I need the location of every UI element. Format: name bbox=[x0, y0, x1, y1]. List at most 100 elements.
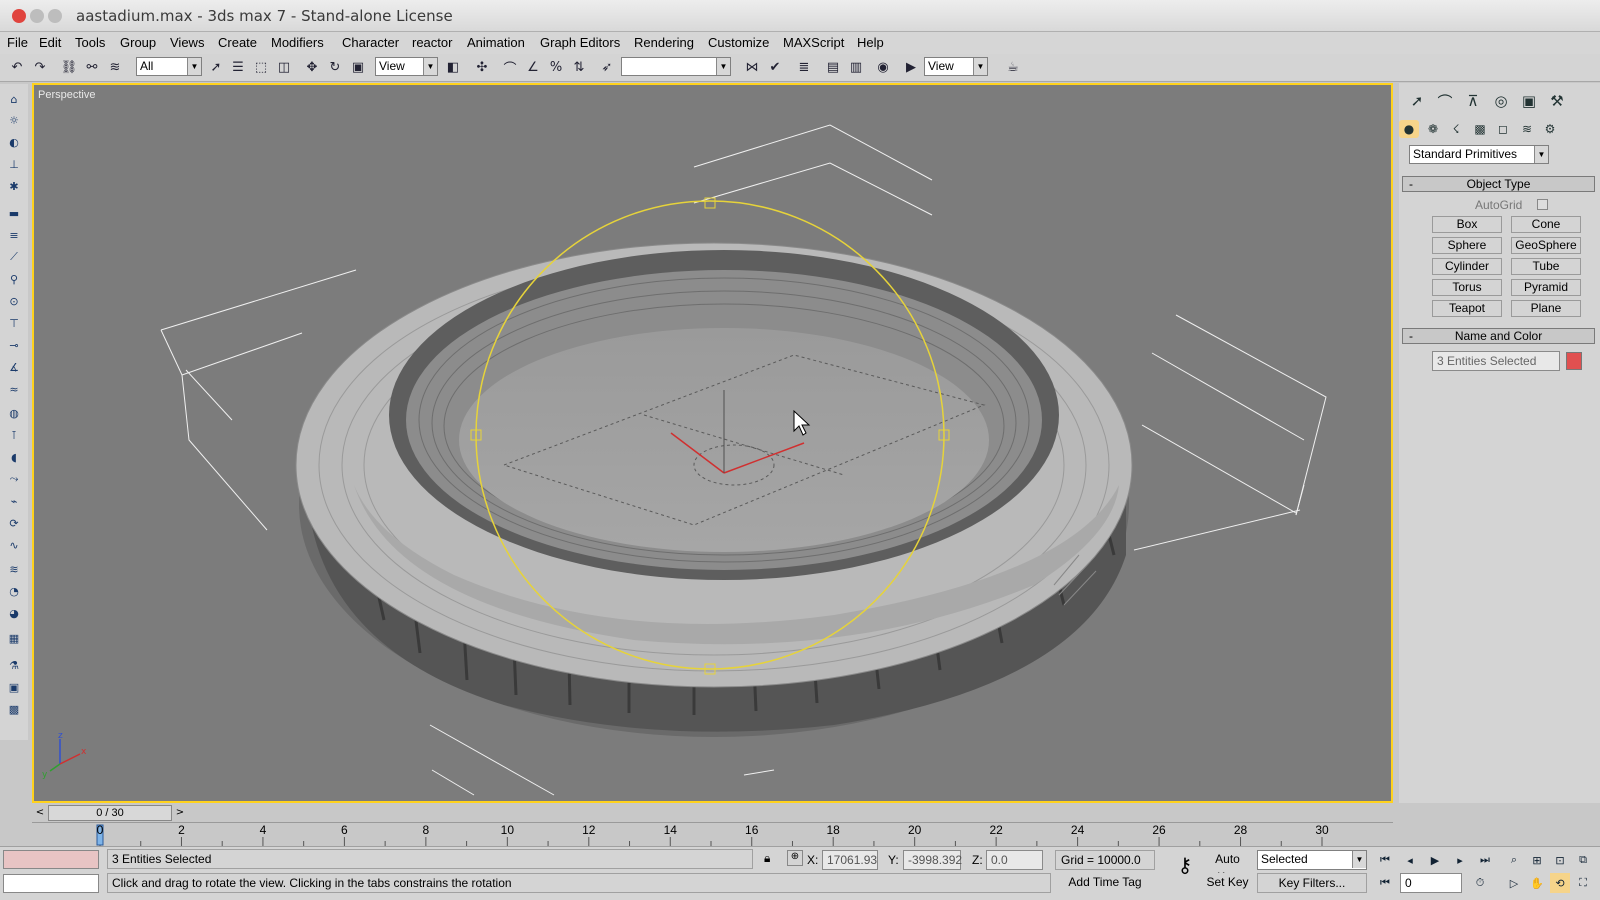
plane-button[interactable]: Plane bbox=[1511, 300, 1581, 317]
light-tool-icon[interactable]: ☼ bbox=[5, 111, 23, 129]
protractor-tool-icon[interactable]: ∡ bbox=[5, 358, 23, 376]
maxscript-listener-white[interactable] bbox=[3, 874, 99, 893]
pan-icon[interactable]: ✋ bbox=[1527, 873, 1547, 893]
object-color-swatch[interactable] bbox=[1566, 352, 1582, 370]
x-coordinate-field[interactable]: 17061.93 bbox=[822, 850, 878, 870]
analyze-icon[interactable]: ⚗ bbox=[5, 656, 23, 674]
select-by-name-icon[interactable]: ☰ bbox=[228, 57, 248, 77]
select-and-manipulate-icon[interactable]: ✣ bbox=[472, 57, 492, 77]
cylinder-button[interactable]: Cylinder bbox=[1432, 258, 1502, 275]
minimize-window-button[interactable] bbox=[30, 9, 44, 23]
helper-tool-icon[interactable]: ⊥ bbox=[5, 155, 23, 173]
zoom-all-icon[interactable]: ⊞ bbox=[1527, 850, 1547, 870]
teapot-button[interactable]: Teapot bbox=[1432, 300, 1502, 317]
maximize-window-button[interactable] bbox=[48, 9, 62, 23]
category-dropdown[interactable]: Standard Primitives ▼ bbox=[1409, 145, 1549, 164]
object-name-field[interactable]: 3 Entities Selected bbox=[1432, 351, 1560, 371]
object-type-rollout[interactable]: - Object Type bbox=[1402, 176, 1595, 192]
close-window-button[interactable] bbox=[12, 9, 26, 23]
maxscript-listener-pink[interactable] bbox=[3, 850, 99, 869]
go-to-start-icon[interactable]: ⏮ bbox=[1375, 850, 1395, 870]
move-icon[interactable]: ✥ bbox=[302, 57, 322, 77]
prev-frame-arrow-icon[interactable]: < bbox=[32, 805, 48, 821]
arc-rotate-icon[interactable]: ⟲ bbox=[1550, 873, 1570, 893]
zoom-extents-icon[interactable]: ⊡ bbox=[1550, 850, 1570, 870]
time-slider[interactable]: < 0 / 30 > bbox=[32, 804, 1393, 822]
create-tool-icon[interactable]: ⌂ bbox=[5, 90, 23, 108]
key-mode-toggle-icon[interactable]: ⏮ bbox=[1375, 873, 1395, 893]
spinner-snap-icon[interactable]: ⇅ bbox=[569, 57, 589, 77]
menu-file[interactable]: File bbox=[7, 35, 28, 50]
soft-body-icon[interactable]: ◖ bbox=[5, 448, 23, 466]
mirror-icon[interactable]: ⋈ bbox=[742, 57, 762, 77]
absolute-mode-icon[interactable]: ⊕ bbox=[787, 850, 803, 866]
menu-modifiers[interactable]: Modifiers bbox=[271, 35, 324, 50]
wind-icon[interactable]: ≋ bbox=[5, 560, 23, 578]
motion-tab-icon[interactable]: ◎ bbox=[1489, 89, 1513, 113]
time-configuration-icon[interactable]: ⏱ bbox=[1470, 873, 1490, 893]
cameras-icon[interactable]: ▩ bbox=[1470, 120, 1490, 138]
key-mode-dropdown[interactable]: Selected ▼ bbox=[1257, 850, 1367, 870]
constraint-icon[interactable]: ⟳ bbox=[5, 514, 23, 532]
set-key-button[interactable]: Set Key bbox=[1204, 873, 1251, 893]
selection-filter-dropdown[interactable]: All ▼ bbox=[136, 57, 202, 76]
compass-tool-icon[interactable]: ≈ bbox=[5, 380, 23, 398]
play-icon[interactable]: ▶ bbox=[1425, 850, 1445, 870]
geosphere-button[interactable]: GeoSphere bbox=[1511, 237, 1581, 254]
menu-customize[interactable]: Customize bbox=[708, 35, 769, 50]
auto-key-button[interactable]: Auto Key bbox=[1204, 850, 1251, 884]
space-warps-icon[interactable]: ≋ bbox=[1517, 120, 1537, 138]
tape-tool-icon[interactable]: ⊸ bbox=[5, 336, 23, 354]
lights-icon[interactable]: ☇ bbox=[1446, 120, 1466, 138]
named-selection-dropdown[interactable]: ▼ bbox=[621, 57, 731, 76]
quick-render-icon[interactable]: ☕ bbox=[1003, 57, 1023, 77]
percent-snap-icon[interactable]: % bbox=[546, 57, 566, 77]
name-and-color-rollout[interactable]: - Name and Color bbox=[1402, 328, 1595, 344]
menu-help[interactable]: Help bbox=[857, 35, 884, 50]
menu-maxscript[interactable]: MAXScript bbox=[783, 35, 844, 50]
menu-animation[interactable]: Animation bbox=[467, 35, 525, 50]
menu-edit[interactable]: Edit bbox=[39, 35, 61, 50]
time-slider-thumb[interactable]: 0 / 30 bbox=[48, 805, 172, 821]
go-to-end-icon[interactable]: ⏭ bbox=[1475, 850, 1495, 870]
key-filters-button[interactable]: Key Filters... bbox=[1257, 873, 1367, 893]
zoom-icon[interactable]: ⌕ bbox=[1504, 850, 1524, 870]
curve-editor-icon[interactable]: ▤ bbox=[823, 57, 843, 77]
menu-group[interactable]: Group bbox=[120, 35, 156, 50]
select-object-icon[interactable]: ➚ bbox=[206, 57, 226, 77]
redo-icon[interactable]: ↷ bbox=[30, 57, 50, 77]
point-tool-icon[interactable]: ⊤ bbox=[5, 314, 23, 332]
material-editor-icon[interactable]: ◉ bbox=[873, 57, 893, 77]
ik-tool-icon[interactable]: ⚲ bbox=[5, 270, 23, 288]
bone-tool-icon[interactable]: ⟋ bbox=[5, 248, 23, 266]
previous-frame-icon[interactable]: ◂ bbox=[1400, 850, 1420, 870]
select-and-link-icon[interactable]: ⛓ bbox=[59, 57, 79, 77]
align-icon[interactable]: ✔ bbox=[765, 57, 785, 77]
fracture-icon[interactable]: ◔ bbox=[5, 582, 23, 600]
menu-graph-editors[interactable]: Graph Editors bbox=[540, 35, 620, 50]
autogrid-checkbox[interactable] bbox=[1537, 199, 1548, 210]
pyramid-button[interactable]: Pyramid bbox=[1511, 279, 1581, 296]
perspective-viewport[interactable]: Perspective z x y bbox=[32, 83, 1393, 803]
dummy-tool-icon[interactable]: ⊙ bbox=[5, 292, 23, 310]
cloth-icon[interactable]: ⊺ bbox=[5, 426, 23, 444]
menu-rendering[interactable]: Rendering bbox=[634, 35, 694, 50]
add-time-tag-button[interactable]: Add Time Tag bbox=[1055, 873, 1155, 893]
rigid-body-icon[interactable]: ◍ bbox=[5, 404, 23, 422]
unlink-icon[interactable]: ⚯ bbox=[82, 57, 102, 77]
window-crossing-icon[interactable]: ◫ bbox=[274, 57, 294, 77]
cone-button[interactable]: Cone bbox=[1511, 216, 1581, 233]
menu-create[interactable]: Create bbox=[218, 35, 257, 50]
geometry-icon[interactable]: ● bbox=[1399, 120, 1419, 138]
torus-button[interactable]: Torus bbox=[1432, 279, 1502, 296]
rectangular-selection-icon[interactable]: ⬚ bbox=[251, 57, 271, 77]
box-tool-icon[interactable]: ▬ bbox=[5, 204, 23, 222]
sphere-button[interactable]: Sphere bbox=[1432, 237, 1502, 254]
maximize-viewport-icon[interactable]: ⛶ bbox=[1573, 873, 1593, 893]
menu-views[interactable]: Views bbox=[170, 35, 204, 50]
set-key-icon[interactable]: ⚷ bbox=[1166, 853, 1204, 887]
utilities-tab-icon[interactable]: ⚒ bbox=[1545, 89, 1569, 113]
create-animation-icon[interactable]: ▩ bbox=[5, 700, 23, 718]
camera-tool-icon[interactable]: ◐ bbox=[5, 133, 23, 151]
current-frame-field[interactable]: 0 bbox=[1400, 873, 1462, 893]
